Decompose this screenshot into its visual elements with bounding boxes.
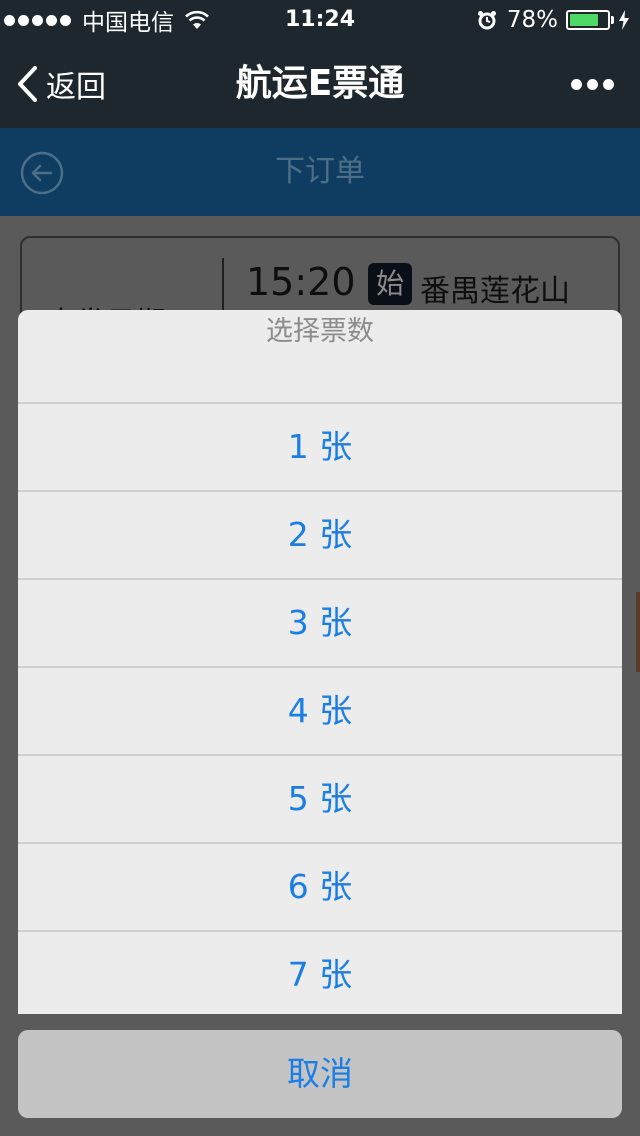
edge-accent (636, 592, 640, 672)
ticket-option-1[interactable]: 1 张 (18, 402, 622, 490)
ticket-option-3[interactable]: 3 张 (18, 578, 622, 666)
departure-time: 15:20 (246, 260, 356, 304)
battery-icon (566, 10, 610, 30)
sheet-title: 选择票数 (266, 316, 374, 347)
battery-level (570, 14, 598, 26)
status-bar: 中国电信 11:24 78% (0, 0, 640, 40)
page-header: 下订单 (0, 128, 640, 216)
start-badge: 始 (368, 263, 412, 305)
status-right: 78% (477, 0, 630, 40)
ticket-option-5[interactable]: 5 张 (18, 754, 622, 842)
ticket-option-4[interactable]: 4 张 (18, 666, 622, 754)
app-title: 航运E票通 (235, 63, 405, 104)
ticket-option-2[interactable]: 2 张 (18, 490, 622, 578)
chevron-left-icon (18, 66, 37, 102)
page-title: 下订单 (275, 154, 365, 189)
battery-percent: 78% (506, 7, 558, 33)
back-label: 返回 (46, 70, 106, 105)
navigation-bar: 返回 航运E票通 (0, 40, 640, 128)
battery-cap (611, 16, 614, 24)
departure-station: 番禺莲花山 (420, 274, 570, 309)
ticket-count-sheet: 选择票数 1 张 2 张 3 张 4 张 5 张 6 张 7 张 (18, 310, 622, 1014)
alarm-icon (477, 11, 496, 30)
charging-bolt-icon (619, 10, 629, 30)
ticket-option-7[interactable]: 7 张 (18, 930, 622, 1014)
back-button[interactable]: 返回 (16, 40, 106, 128)
cancel-button[interactable]: 取消 (18, 1030, 622, 1118)
more-dots-icon[interactable] (566, 40, 614, 128)
ticket-option-6[interactable]: 6 张 (18, 842, 622, 930)
sheet-options: 1 张 2 张 3 张 4 张 5 张 6 张 7 张 (18, 402, 622, 1014)
